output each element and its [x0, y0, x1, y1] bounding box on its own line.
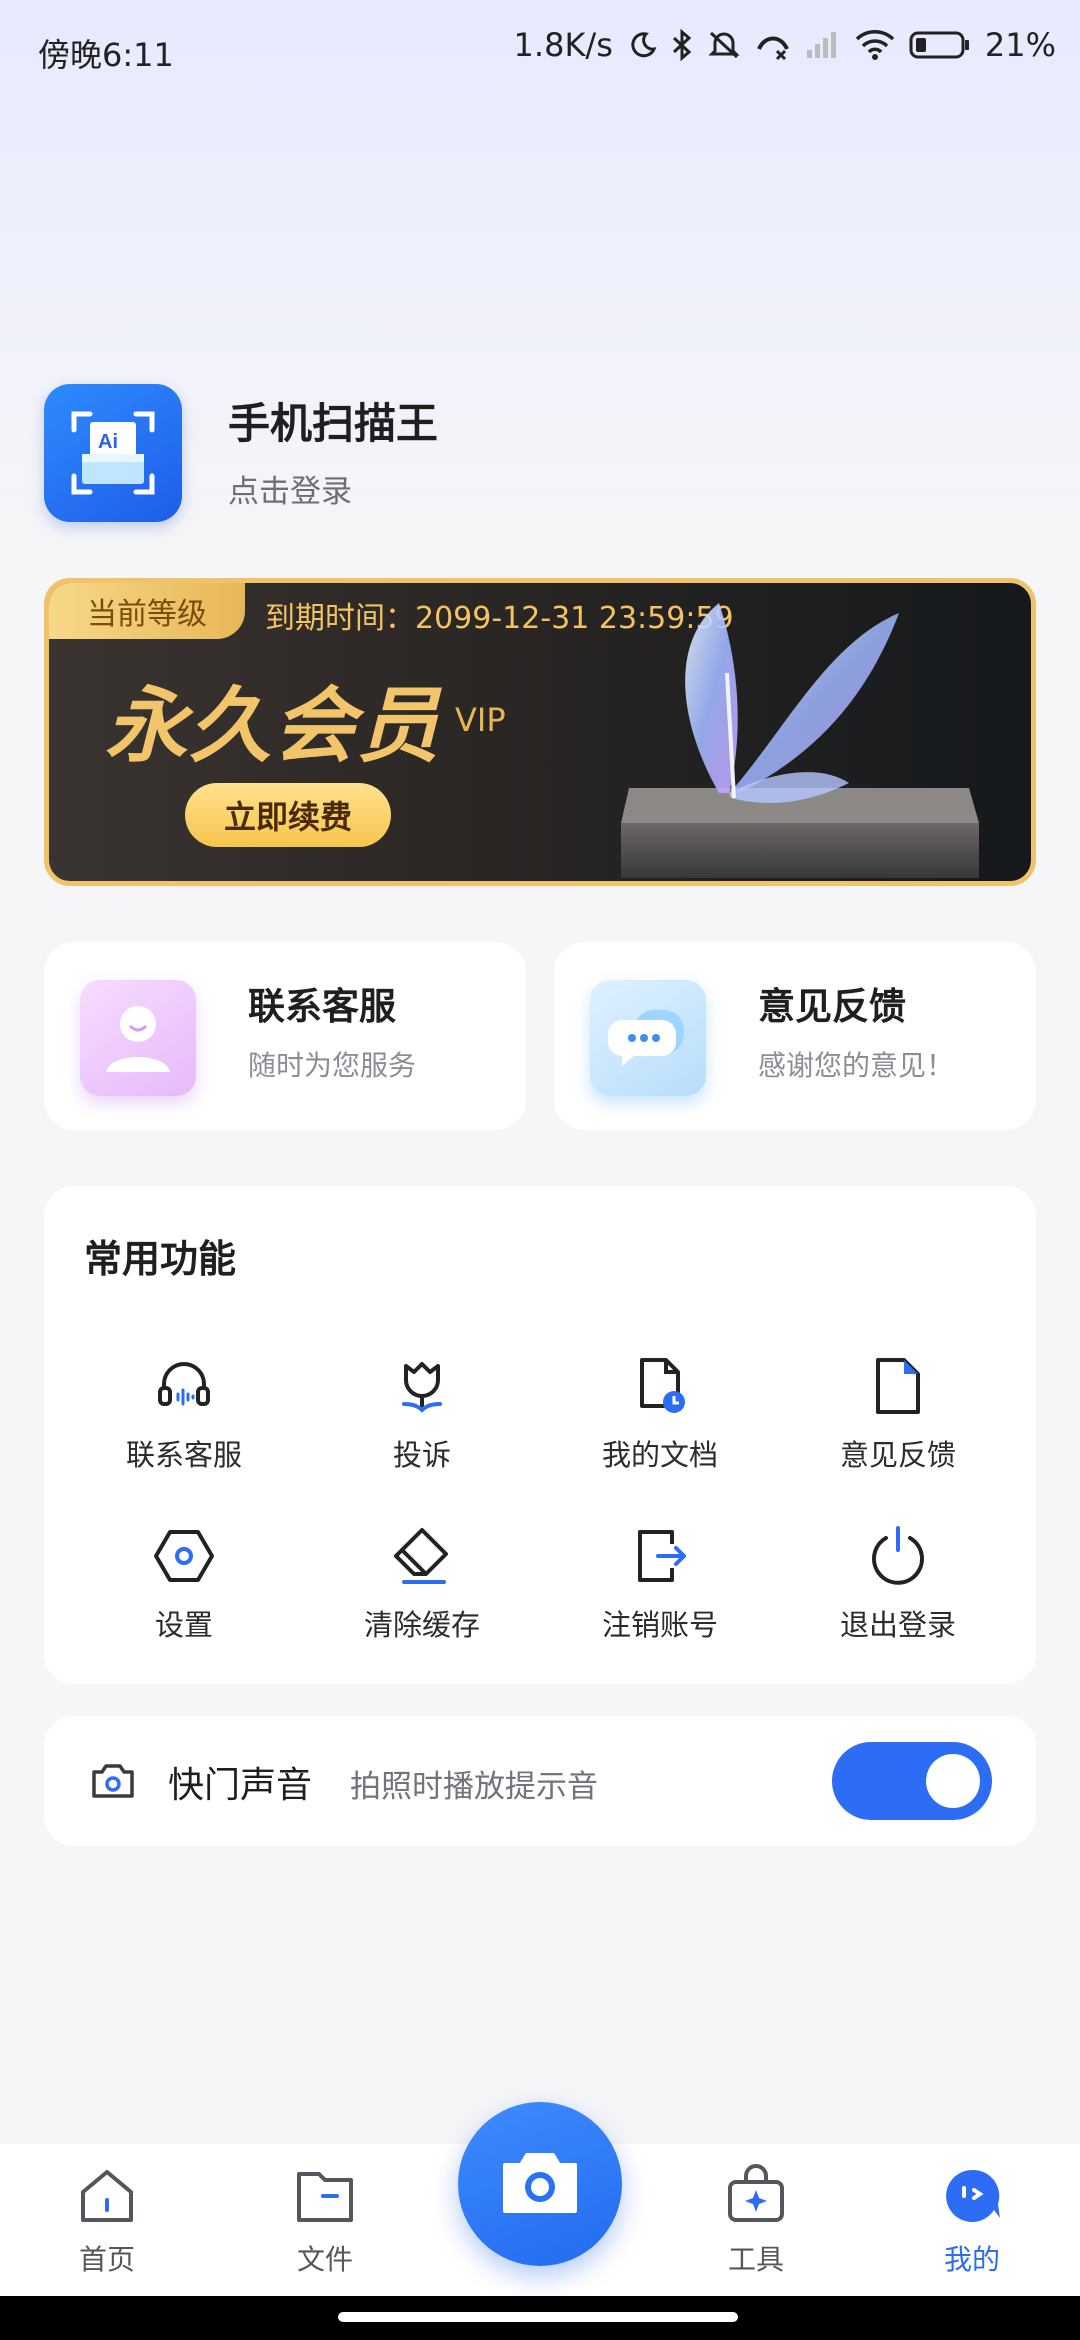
status-icons: 1.8K/s 21% [514, 26, 1056, 64]
vip-level-tag: 当前等级 [49, 583, 245, 639]
nav-tools[interactable]: 工具 [686, 2164, 826, 2278]
shutter-sound-label: 快门声音 [168, 1765, 313, 1806]
nav-label: 文件 [296, 2243, 353, 2276]
nav-files[interactable]: 文件 [255, 2164, 395, 2278]
app-logo[interactable]: Ai [44, 384, 182, 522]
common-functions-title: 常用功能 [84, 1237, 237, 1281]
func-clear-cache[interactable]: 清除缓存 [302, 1516, 542, 1666]
func-label: 我的文档 [601, 1438, 718, 1472]
toolbox-icon [728, 2164, 784, 2222]
bluetooth-icon [672, 29, 692, 61]
signal-icon [806, 32, 836, 58]
func-complaint[interactable]: 投诉 [302, 1346, 542, 1496]
document-icon [876, 1358, 920, 1414]
vip-title: 永久会员 [105, 679, 441, 774]
func-feedback[interactable]: 意见反馈 [778, 1346, 1018, 1496]
nav-label: 首页 [78, 2243, 135, 2276]
nav-label: 我的 [943, 2243, 1000, 2276]
battery-icon [909, 31, 969, 59]
func-logout[interactable]: 退出登录 [778, 1516, 1018, 1666]
folder-icon [297, 2172, 353, 2222]
status-time: 傍晚6:11 [38, 36, 174, 74]
func-label: 投诉 [392, 1438, 451, 1472]
nav-home[interactable]: 首页 [37, 2164, 177, 2278]
wifi-icon [855, 30, 895, 60]
func-label: 注销账号 [601, 1608, 718, 1642]
profile-app-name: 手机扫描王 [228, 399, 439, 448]
settings-hexagon-icon [154, 1530, 214, 1582]
document-clock-icon [640, 1358, 685, 1413]
moon-icon [631, 32, 657, 58]
call-icon [757, 36, 789, 61]
camera-icon [503, 2153, 577, 2213]
login-link[interactable]: 点击登录 [228, 466, 352, 511]
func-label: 联系客服 [125, 1438, 242, 1472]
func-settings[interactable]: 设置 [64, 1516, 304, 1666]
func-delete-account[interactable]: 注销账号 [540, 1516, 780, 1666]
feedback-card[interactable]: 意见反馈 感谢您的意见！ [554, 942, 1036, 1130]
shutter-sound-row: 快门声音 拍照时播放提示音 [44, 1716, 1036, 1846]
feedback-subtitle: 感谢您的意见！ [758, 1049, 955, 1082]
scanner-logo-icon: Ai [71, 411, 155, 495]
func-label: 意见反馈 [839, 1438, 956, 1472]
func-label: 设置 [154, 1608, 213, 1642]
feedback-title: 意见反馈 [758, 985, 906, 1028]
camera-button[interactable] [458, 2102, 622, 2266]
home-icon [81, 2170, 133, 2222]
status-bar: 傍晚6:11 1.8K/s 21% [0, 0, 1080, 96]
common-functions-panel: 常用功能 联系客服 投诉 我的文档 意见反馈 设置 清除缓存 注销账号 退出登录 [44, 1186, 1036, 1684]
func-contact-service[interactable]: 联系客服 [64, 1346, 304, 1496]
customer-service-avatar-icon [80, 980, 196, 1096]
battery-level: 21% [984, 26, 1056, 64]
func-label: 退出登录 [839, 1608, 956, 1642]
contact-service-subtitle: 随时为您服务 [248, 1049, 417, 1082]
mute-bell-icon [708, 31, 740, 59]
renew-button[interactable]: 立即续费 [185, 783, 391, 847]
logo-text: Ai [98, 431, 118, 453]
vip-banner[interactable]: 当前等级 到期时间：2099-12-31 23:59:59 永久会员 VIP 立… [44, 578, 1036, 886]
shutter-sound-toggle[interactable] [832, 1742, 992, 1820]
power-icon [872, 1526, 924, 1585]
nav-label: 工具 [727, 2243, 784, 2276]
vip-suffix: VIP [455, 701, 506, 739]
contact-service-title: 联系客服 [248, 985, 396, 1028]
camera-outline-icon [92, 1764, 134, 1798]
network-speed: 1.8K/s [513, 26, 613, 64]
logout-arrow-icon [638, 1530, 686, 1582]
headset-icon [158, 1362, 210, 1406]
butterfly-pedestal-icon [621, 603, 979, 878]
nav-me[interactable]: 我的 [902, 2164, 1042, 2278]
toggle-knob [926, 1754, 980, 1808]
func-label: 清除缓存 [363, 1608, 480, 1642]
contact-service-card[interactable]: 联系客服 随时为您服务 [44, 942, 526, 1130]
func-my-documents[interactable]: 我的文档 [540, 1346, 780, 1496]
tulip-icon [402, 1362, 442, 1413]
profile-face-icon [946, 2169, 1000, 2222]
shutter-sound-description: 拍照时播放提示音 [350, 1769, 598, 1805]
eraser-icon [394, 1528, 448, 1584]
chat-bubble-icon [590, 980, 706, 1096]
home-indicator[interactable] [338, 2312, 738, 2322]
